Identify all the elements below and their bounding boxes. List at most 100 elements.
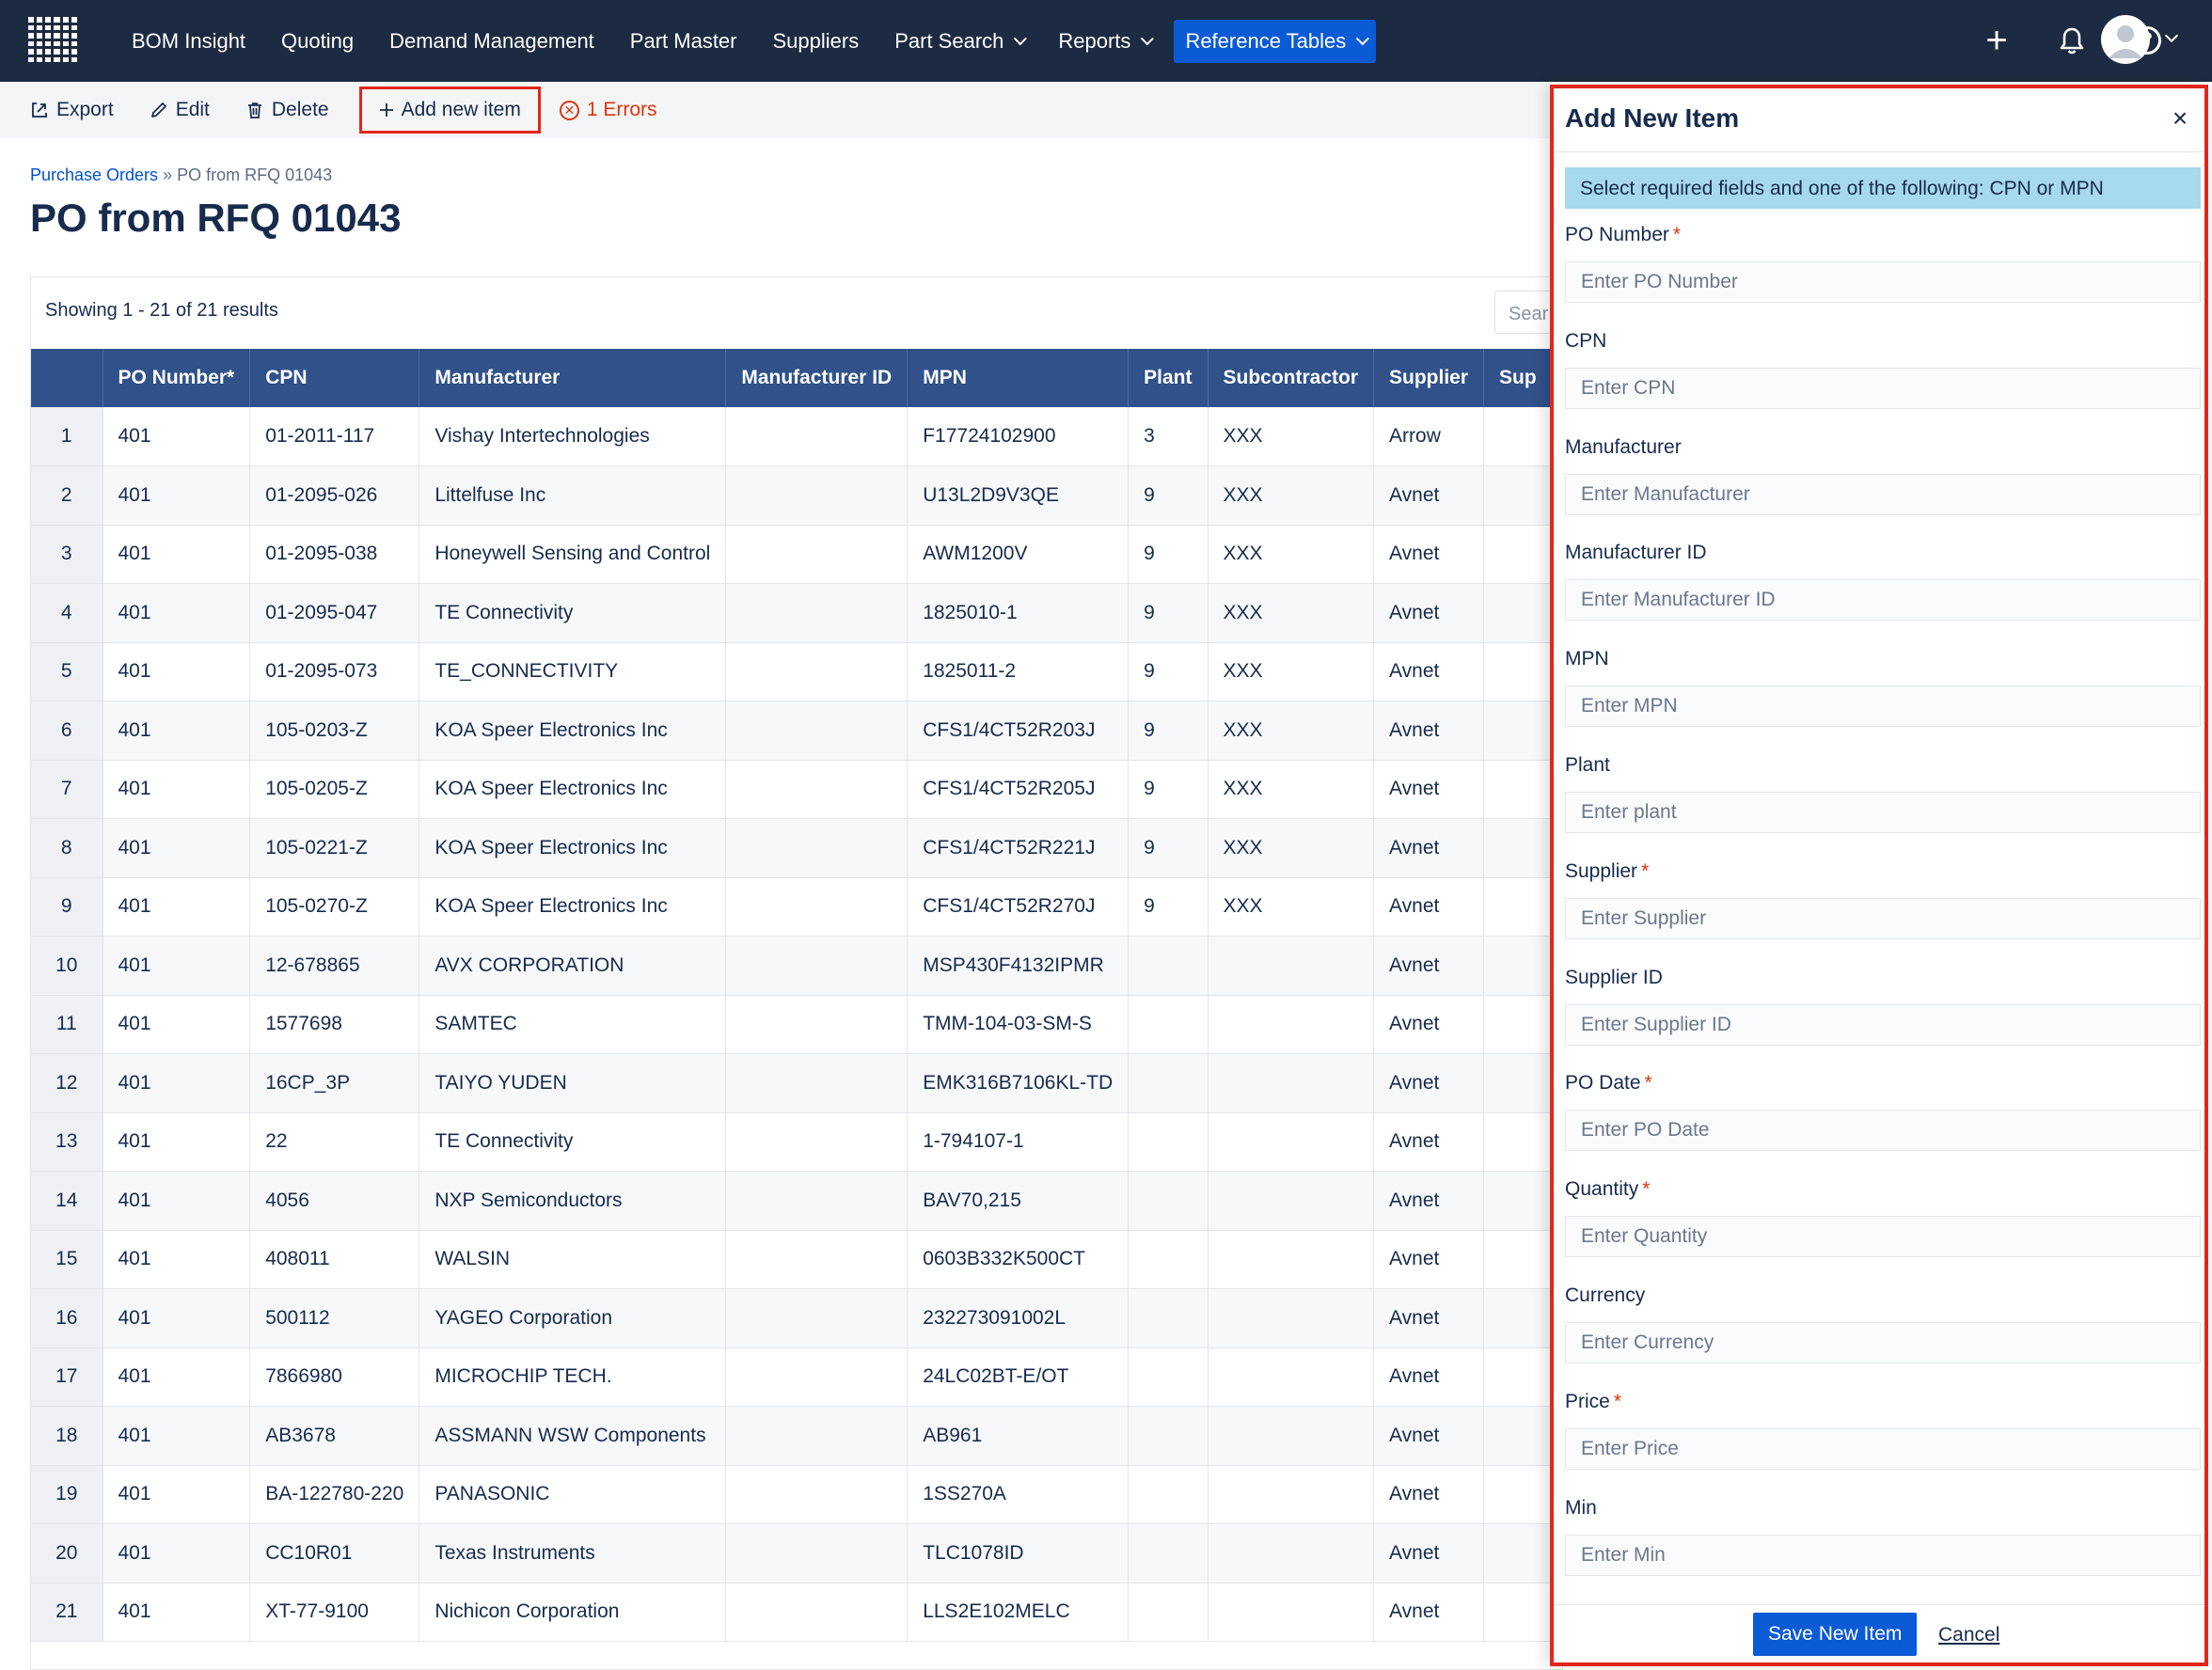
column-header[interactable]: Sup <box>1483 349 1553 407</box>
page-title: PO from RFQ 01043 <box>30 196 402 240</box>
required-mark: * <box>1613 1390 1622 1412</box>
required-mark: * <box>1641 859 1650 882</box>
price-input[interactable] <box>1565 1427 2201 1470</box>
column-header[interactable]: Supplier <box>1373 349 1485 407</box>
table-cell: AWM1200V <box>907 525 1130 584</box>
app-logo-icon[interactable] <box>28 17 77 62</box>
table-row[interactable]: 5 401 01-2095-073 TE_CONNECTIVITY 1825011-2 9… <box>31 642 1553 701</box>
table-cell: 1825010-1 <box>907 583 1130 643</box>
nav-item-part-search[interactable]: Part Search <box>883 20 1034 63</box>
cancel-link[interactable]: Cancel <box>1938 1624 1999 1646</box>
export-button[interactable]: Export <box>24 89 119 131</box>
supplier-input[interactable] <box>1565 897 2201 939</box>
table-cell: TE_CONNECTIVITY <box>419 642 727 701</box>
purchase-orders-table: PO Number* CPN Manufacturer Manufacturer ID… <box>31 349 1553 1642</box>
mpn-input[interactable] <box>1565 685 2201 728</box>
table-cell <box>1208 1465 1375 1524</box>
errors-button[interactable]: ✕ 1 Errors <box>554 89 663 131</box>
field-po-date: PO Date * <box>1565 1072 2201 1152</box>
table-cell <box>1208 1171 1375 1231</box>
table-cell: TMM-104-03-SM-S <box>907 995 1130 1054</box>
manufacturer-input[interactable] <box>1565 473 2201 515</box>
table-row[interactable]: 10 401 12-678865 AVX CORPORATION MSP430F4132… <box>31 936 1553 996</box>
column-header[interactable]: Manufacturer ID <box>725 349 908 407</box>
table-row[interactable]: 17 401 7866980 MICROCHIP TECH. 24LC02BT-E/OT… <box>31 1347 1553 1407</box>
supplier-id-input[interactable] <box>1565 1003 2201 1046</box>
edit-button[interactable]: Edit <box>144 89 215 131</box>
table-cell: SAMTEC <box>419 995 727 1054</box>
table-cell: KOA Speer Electronics Inc <box>419 818 727 878</box>
table-row[interactable]: 20 401 CC10R01 Texas Instruments TLC1078ID Av… <box>31 1523 1553 1583</box>
po-date-input[interactable] <box>1565 1110 2201 1152</box>
nav-item-demand-management[interactable]: Demand Management <box>378 20 606 63</box>
nav-item-suppliers[interactable]: Suppliers <box>762 20 871 63</box>
add-new-item-button[interactable]: Add new item <box>358 87 541 134</box>
table-cell: AB3678 <box>249 1406 420 1466</box>
table-cell: 105-0270-Z <box>249 877 420 937</box>
table-cell: Avnet <box>1373 877 1485 937</box>
table-row[interactable]: 3 401 01-2095-038 Honeywell Sensing and Con… <box>31 525 1553 584</box>
field-mpn: MPN <box>1565 648 2201 728</box>
nav-item-bom-insight[interactable]: BOM Insight <box>120 20 257 63</box>
field-label-text: CPN <box>1565 329 1607 352</box>
table-row[interactable]: 16 401 500112 YAGEO Corporation 232273091002… <box>31 1288 1553 1348</box>
table-cell: 01-2011-117 <box>249 407 420 466</box>
quantity-input[interactable] <box>1565 1216 2201 1258</box>
nav-item-part-master[interactable]: Part Master <box>619 20 749 63</box>
table-cell: BA-122780-220 <box>249 1465 420 1524</box>
table-row[interactable]: 11 401 1577698 SAMTEC TMM-104-03-SM-S Avnet <box>31 995 1553 1054</box>
breadcrumb-purchase-orders-link[interactable]: Purchase Orders <box>30 165 158 184</box>
table-row[interactable]: 4 401 01-2095-047 TE Connectivity 1825010-1 9… <box>31 583 1553 643</box>
table-row[interactable]: 7 401 105-0205-Z KOA Speer Electronics Inc C… <box>31 760 1553 819</box>
manufacturer-id-input[interactable] <box>1565 579 2201 622</box>
table-cell: XXX <box>1208 760 1375 819</box>
nav-menu: BOM Insight Quoting Demand Management Part … <box>120 0 1389 82</box>
cpn-input[interactable] <box>1565 367 2201 409</box>
delete-button[interactable]: Delete <box>240 89 335 131</box>
table-cell: 9 <box>1128 701 1209 761</box>
bell-icon[interactable] <box>2052 21 2092 60</box>
currency-input[interactable] <box>1565 1322 2201 1363</box>
table-row[interactable]: 15 401 408011 WALSIN 0603B332K500CT Avnet <box>31 1230 1553 1289</box>
min-input[interactable] <box>1565 1534 2201 1576</box>
column-header[interactable]: CPN <box>249 349 420 407</box>
table-cell <box>1128 936 1209 996</box>
field-label-text: Supplier <box>1565 859 1638 882</box>
table-cell: KOA Speer Electronics Inc <box>419 701 727 761</box>
table-row[interactable]: 6 401 105-0203-Z KOA Speer Electronics Inc C… <box>31 701 1553 761</box>
po-number-input[interactable] <box>1565 261 2201 303</box>
save-new-item-button[interactable]: Save New Item <box>1753 1613 1918 1656</box>
table-row[interactable]: 19 401 BA-122780-220 PANASONIC 1SS270A Avnet <box>31 1465 1553 1524</box>
column-header[interactable]: Plant <box>1128 349 1209 407</box>
field-supplier: Supplier * <box>1565 860 2201 939</box>
table-row[interactable]: 9 401 105-0270-Z KOA Speer Electronics Inc C… <box>31 877 1553 937</box>
avatar-chevron-down-icon[interactable] <box>2164 28 2179 43</box>
table-row[interactable]: 12 401 16CP_3P TAIYO YUDEN EMK316B7106KL-TD A… <box>31 1053 1553 1113</box>
nav-item-reference-tables[interactable]: Reference Tables <box>1174 19 1377 63</box>
table-row[interactable]: 18 401 AB3678 ASSMANN WSW Components AB961 Av… <box>31 1406 1553 1466</box>
table-row[interactable]: 2 401 01-2095-026 Littelfuse Inc U13L2D9V3QE… <box>31 465 1553 526</box>
table-cell: 1577698 <box>249 995 420 1054</box>
table-row[interactable]: 13 401 22 TE Connectivity 1-794107-1 Avnet <box>31 1112 1553 1172</box>
table-cell: 7866980 <box>249 1347 420 1407</box>
table-cell <box>725 1406 908 1466</box>
column-header[interactable]: MPN <box>907 349 1130 407</box>
table-row[interactable]: 8 401 105-0221-Z KOA Speer Electronics Inc C… <box>31 818 1553 878</box>
column-header[interactable]: Manufacturer <box>419 349 727 407</box>
nav-item-reports[interactable]: Reports <box>1047 20 1161 63</box>
row-index: 17 <box>31 1347 103 1407</box>
table-cell <box>725 818 908 878</box>
plant-input[interactable] <box>1565 792 2201 833</box>
plus-icon[interactable]: + <box>1977 20 2016 61</box>
column-header[interactable]: Subcontractor <box>1208 349 1375 407</box>
table-cell <box>725 1583 908 1642</box>
avatar[interactable] <box>2101 15 2150 64</box>
plus-icon <box>379 102 394 118</box>
table-row[interactable]: 1 401 01-2011-117 Vishay Intertechnologies F… <box>31 407 1553 466</box>
column-header[interactable]: PO Number* <box>103 349 251 407</box>
close-icon[interactable]: × <box>2167 103 2193 133</box>
nav-item-quoting[interactable]: Quoting <box>270 20 365 63</box>
table-row[interactable]: 21 401 XT-77-9100 Nichicon Corporation LLS2E… <box>31 1583 1553 1642</box>
table-row[interactable]: 14 401 4056 NXP Semiconductors BAV70,215 Avne… <box>31 1171 1553 1231</box>
table-cell: 9 <box>1128 583 1209 643</box>
